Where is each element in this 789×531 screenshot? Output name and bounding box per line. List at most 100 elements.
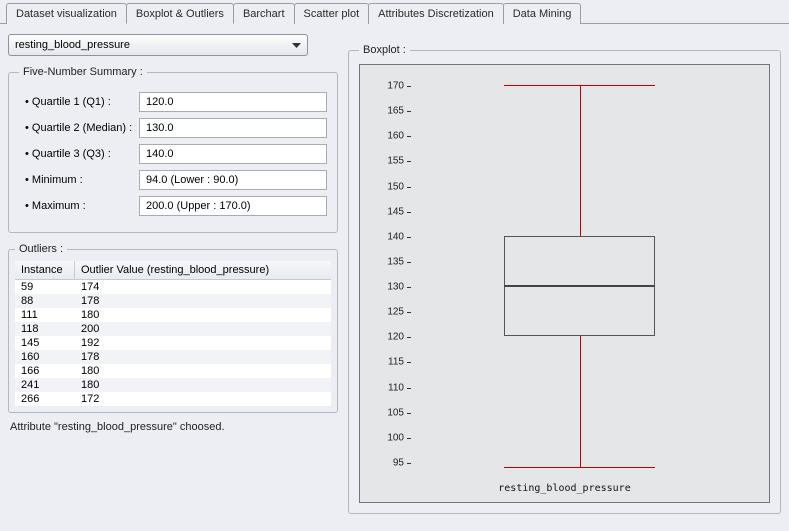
outlier-value: 178 [75, 350, 331, 364]
ytick-label: 145 [360, 206, 404, 217]
outlier-value: 180 [75, 308, 331, 322]
summary-value: 94.0 (Lower : 90.0) [139, 170, 327, 190]
tab-content: resting_blood_pressure Five-Number Summa… [0, 23, 789, 518]
table-row[interactable]: 160178 [15, 350, 331, 364]
outlier-value: 172 [75, 392, 331, 406]
outliers-group: Outliers : Instance Outlier Value (resti… [8, 243, 338, 413]
summary-row: Quartile 3 (Q3) :140.0 [19, 144, 327, 164]
summary-row: Quartile 2 (Median) :130.0 [19, 118, 327, 138]
ytick-label: 95 [360, 457, 404, 468]
outlier-value: 178 [75, 294, 331, 308]
ytick-label: 165 [360, 106, 404, 117]
boxplot-title: Boxplot : [359, 44, 410, 56]
boxplot-chart: resting_blood_pressure 95100105110115120… [359, 64, 770, 503]
table-row[interactable]: 145192 [15, 336, 331, 350]
ytick-mark [407, 362, 411, 363]
ytick-mark [407, 312, 411, 313]
ytick-label: 105 [360, 407, 404, 418]
ytick-mark [407, 111, 411, 112]
ytick-mark [407, 413, 411, 414]
tab-boxplot-outliers[interactable]: Boxplot & Outliers [126, 3, 234, 24]
outlier-instance: 166 [15, 364, 75, 378]
outlier-instance: 241 [15, 378, 75, 392]
outliers-col-value: Outlier Value (resting_blood_pressure) [75, 261, 331, 279]
boxplot-group: Boxplot : resting_blood_pressure 95 100 10… [348, 44, 781, 514]
outlier-instance: 160 [15, 350, 75, 364]
tab-dataset-visualization[interactable]: Dataset visualization [6, 3, 127, 24]
outliers-title: Outliers : [15, 243, 67, 255]
whisker [580, 336, 581, 467]
table-row[interactable]: 88178 [15, 294, 331, 308]
table-row[interactable]: 266172 [15, 392, 331, 406]
summary-value: 130.0 [139, 118, 327, 138]
ytick-mark [407, 337, 411, 338]
summary-label: Quartile 2 (Median) : [19, 122, 139, 134]
chevron-down-icon [288, 38, 304, 52]
summary-label: Maximum : [19, 200, 139, 212]
whisker [504, 85, 655, 86]
outlier-instance: 118 [15, 322, 75, 336]
outlier-value: 200 [75, 322, 331, 336]
ytick-label: 130 [360, 282, 404, 293]
ytick-mark [407, 287, 411, 288]
five-number-summary-title: Five-Number Summary : [19, 66, 147, 78]
chart-xlabel: resting_blood_pressure [360, 483, 769, 494]
tab-bar: Dataset visualizationBoxplot & OutliersB… [0, 0, 789, 24]
table-row[interactable]: 59174 [15, 280, 331, 294]
ytick-mark [407, 187, 411, 188]
tab-scatter-plot[interactable]: Scatter plot [294, 3, 370, 24]
status-text: Attribute "resting_blood_pressure" choos… [8, 413, 338, 433]
outlier-value: 180 [75, 378, 331, 392]
five-number-summary-group: Five-Number Summary : Quartile 1 (Q1) :1… [8, 66, 338, 233]
ytick-mark [407, 463, 411, 464]
tab-attributes-discretization[interactable]: Attributes Discretization [368, 3, 504, 24]
summary-value: 200.0 (Upper : 170.0) [139, 196, 327, 216]
summary-value: 120.0 [139, 92, 327, 112]
table-row[interactable]: 241180 [15, 378, 331, 392]
ytick-mark [407, 161, 411, 162]
attribute-select[interactable]: resting_blood_pressure [8, 34, 308, 56]
outlier-instance: 266 [15, 392, 75, 406]
ytick-mark [407, 237, 411, 238]
outlier-instance: 111 [15, 308, 75, 322]
attribute-select-value: resting_blood_pressure [15, 39, 130, 51]
table-row[interactable]: 166180 [15, 364, 331, 378]
ytick-mark [407, 212, 411, 213]
outliers-body: 5917488178111180118200145192160178166180… [15, 280, 331, 406]
ytick-mark [407, 438, 411, 439]
ytick-label: 120 [360, 332, 404, 343]
summary-row: Minimum :94.0 (Lower : 90.0) [19, 170, 327, 190]
ytick-mark [407, 136, 411, 137]
ytick-label: 100 [360, 432, 404, 443]
table-row[interactable]: 118200 [15, 322, 331, 336]
ytick-label: 150 [360, 181, 404, 192]
tab-barchart[interactable]: Barchart [233, 3, 295, 24]
median-line [504, 285, 655, 287]
ytick-label: 160 [360, 131, 404, 142]
ytick-label: 140 [360, 231, 404, 242]
summary-value: 140.0 [139, 144, 327, 164]
outlier-instance: 88 [15, 294, 75, 308]
outlier-value: 192 [75, 336, 331, 350]
outlier-instance: 145 [15, 336, 75, 350]
outliers-col-instance: Instance [15, 261, 75, 279]
ytick-label: 155 [360, 156, 404, 167]
summary-row: Maximum :200.0 (Upper : 170.0) [19, 196, 327, 216]
ytick-label: 170 [360, 81, 404, 92]
outlier-value: 180 [75, 364, 331, 378]
summary-label: Quartile 3 (Q3) : [19, 148, 139, 160]
table-row[interactable]: 111180 [15, 308, 331, 322]
outlier-instance: 59 [15, 280, 75, 294]
ytick-label: 115 [360, 357, 404, 368]
outliers-header: Instance Outlier Value (resting_blood_pr… [15, 261, 331, 280]
tab-data-mining[interactable]: Data Mining [503, 3, 582, 24]
ytick-label: 135 [360, 256, 404, 267]
ytick-mark [407, 262, 411, 263]
summary-row: Quartile 1 (Q1) :120.0 [19, 92, 327, 112]
whisker [580, 85, 581, 236]
whisker [504, 467, 655, 468]
summary-label: Quartile 1 (Q1) : [19, 96, 139, 108]
summary-label: Minimum : [19, 174, 139, 186]
ytick-mark [407, 86, 411, 87]
ytick-mark [407, 388, 411, 389]
